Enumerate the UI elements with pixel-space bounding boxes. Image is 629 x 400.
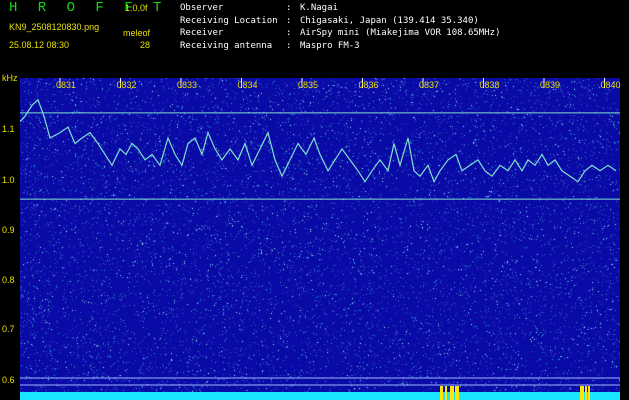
noise-floor [20, 392, 620, 400]
y-tick-label: 0.7 [2, 324, 15, 334]
number-label: 28 [140, 40, 151, 50]
time-tick-label: 0832 [116, 80, 137, 90]
site-code-label: meleof [123, 28, 151, 38]
y-tick-label: 0.6 [2, 375, 15, 385]
header-panel: H R O F F T 1.0.0f KN9_2508120830.png me… [0, 0, 629, 76]
time-tick-label: 0831 [56, 80, 77, 90]
signal-spike [455, 386, 457, 400]
info-row-antenna: Receiving antenna: Maspro FM-3 [180, 40, 360, 51]
signal-spike [441, 386, 443, 400]
time-tick-label: 0836 [358, 80, 379, 90]
signal-spike [588, 386, 590, 400]
y-axis-unit: kHz [2, 73, 18, 83]
y-tick-label: 1.1 [2, 124, 15, 134]
info-row-location: Receiving Location: Chigasaki, Japan (139… [180, 15, 479, 26]
time-tick-label: 0834 [237, 80, 258, 90]
signal-spike [457, 386, 459, 400]
time-tick-label: 0837 [419, 80, 440, 90]
time-tick-label: 0833 [177, 80, 198, 90]
signal-spike [582, 386, 584, 400]
y-tick-label: 0.9 [2, 225, 15, 235]
signal-spike [452, 386, 454, 400]
info-row-receiver: Receiver: AirSpy mini (Miakejima VOR 108.… [180, 28, 501, 38]
filename-label: KN9_2508120830.png [9, 22, 100, 32]
time-tick-label: 0840 [600, 80, 621, 90]
time-tick-label: 0839 [540, 80, 561, 90]
time-tick-label: 0835 [298, 80, 319, 90]
signal-spike [585, 386, 587, 400]
station-info: Observer: K.Nagai Receiving Location: Chig… [180, 2, 500, 52]
time-tick-label: 0838 [479, 80, 500, 90]
datetime-label: 25.08.12 08:30 [9, 40, 70, 50]
signal-spike [445, 386, 447, 400]
spectrogram-plot [20, 78, 620, 400]
info-row-observer: Observer: K.Nagai [180, 3, 338, 13]
version-label: 1.0.0f [125, 3, 148, 13]
signal-spike [580, 386, 582, 400]
y-tick-label: 0.8 [2, 275, 15, 285]
doppler-trace [20, 98, 617, 184]
spectrogram-overlay [20, 78, 620, 400]
y-tick-label: 1.0 [2, 175, 15, 185]
signal-spike [450, 386, 452, 400]
